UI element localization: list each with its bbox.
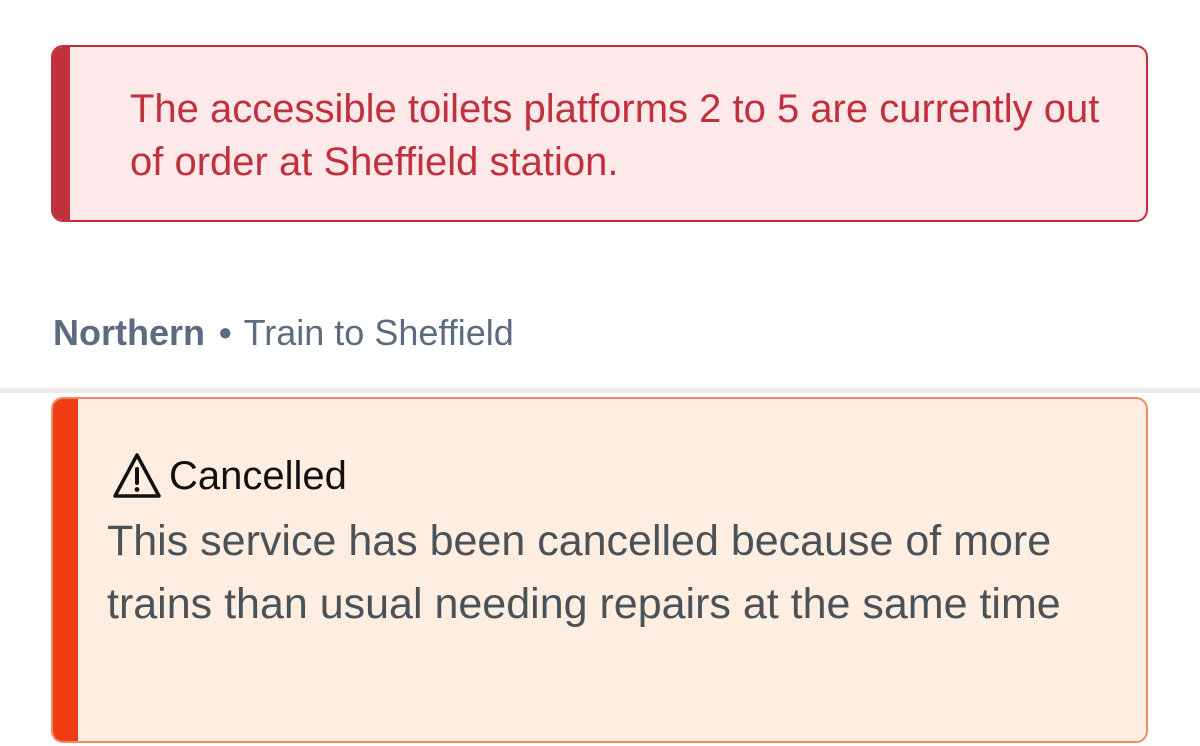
cancellation-alert-accent-bar [53, 399, 78, 741]
cancellation-message: This service has been cancelled because … [107, 517, 1061, 628]
cancellation-title-row: Cancelled [111, 447, 347, 505]
service-description: Train to Sheffield [243, 312, 514, 353]
cancellation-title: Cancelled [169, 454, 347, 498]
separator-dot: • [219, 312, 232, 353]
service-heading: Northern • Train to Sheffield [53, 310, 514, 356]
warning-triangle-icon [113, 453, 161, 498]
station-alert-accent-bar [53, 47, 70, 220]
operator-name: Northern [53, 312, 205, 353]
cancellation-alert: Cancelled This service has been cancelle… [51, 397, 1148, 743]
station-alert: The accessible toilets platforms 2 to 5 … [51, 45, 1148, 222]
section-divider [0, 388, 1200, 393]
station-alert-text: The accessible toilets platforms 2 to 5 … [130, 87, 1100, 184]
